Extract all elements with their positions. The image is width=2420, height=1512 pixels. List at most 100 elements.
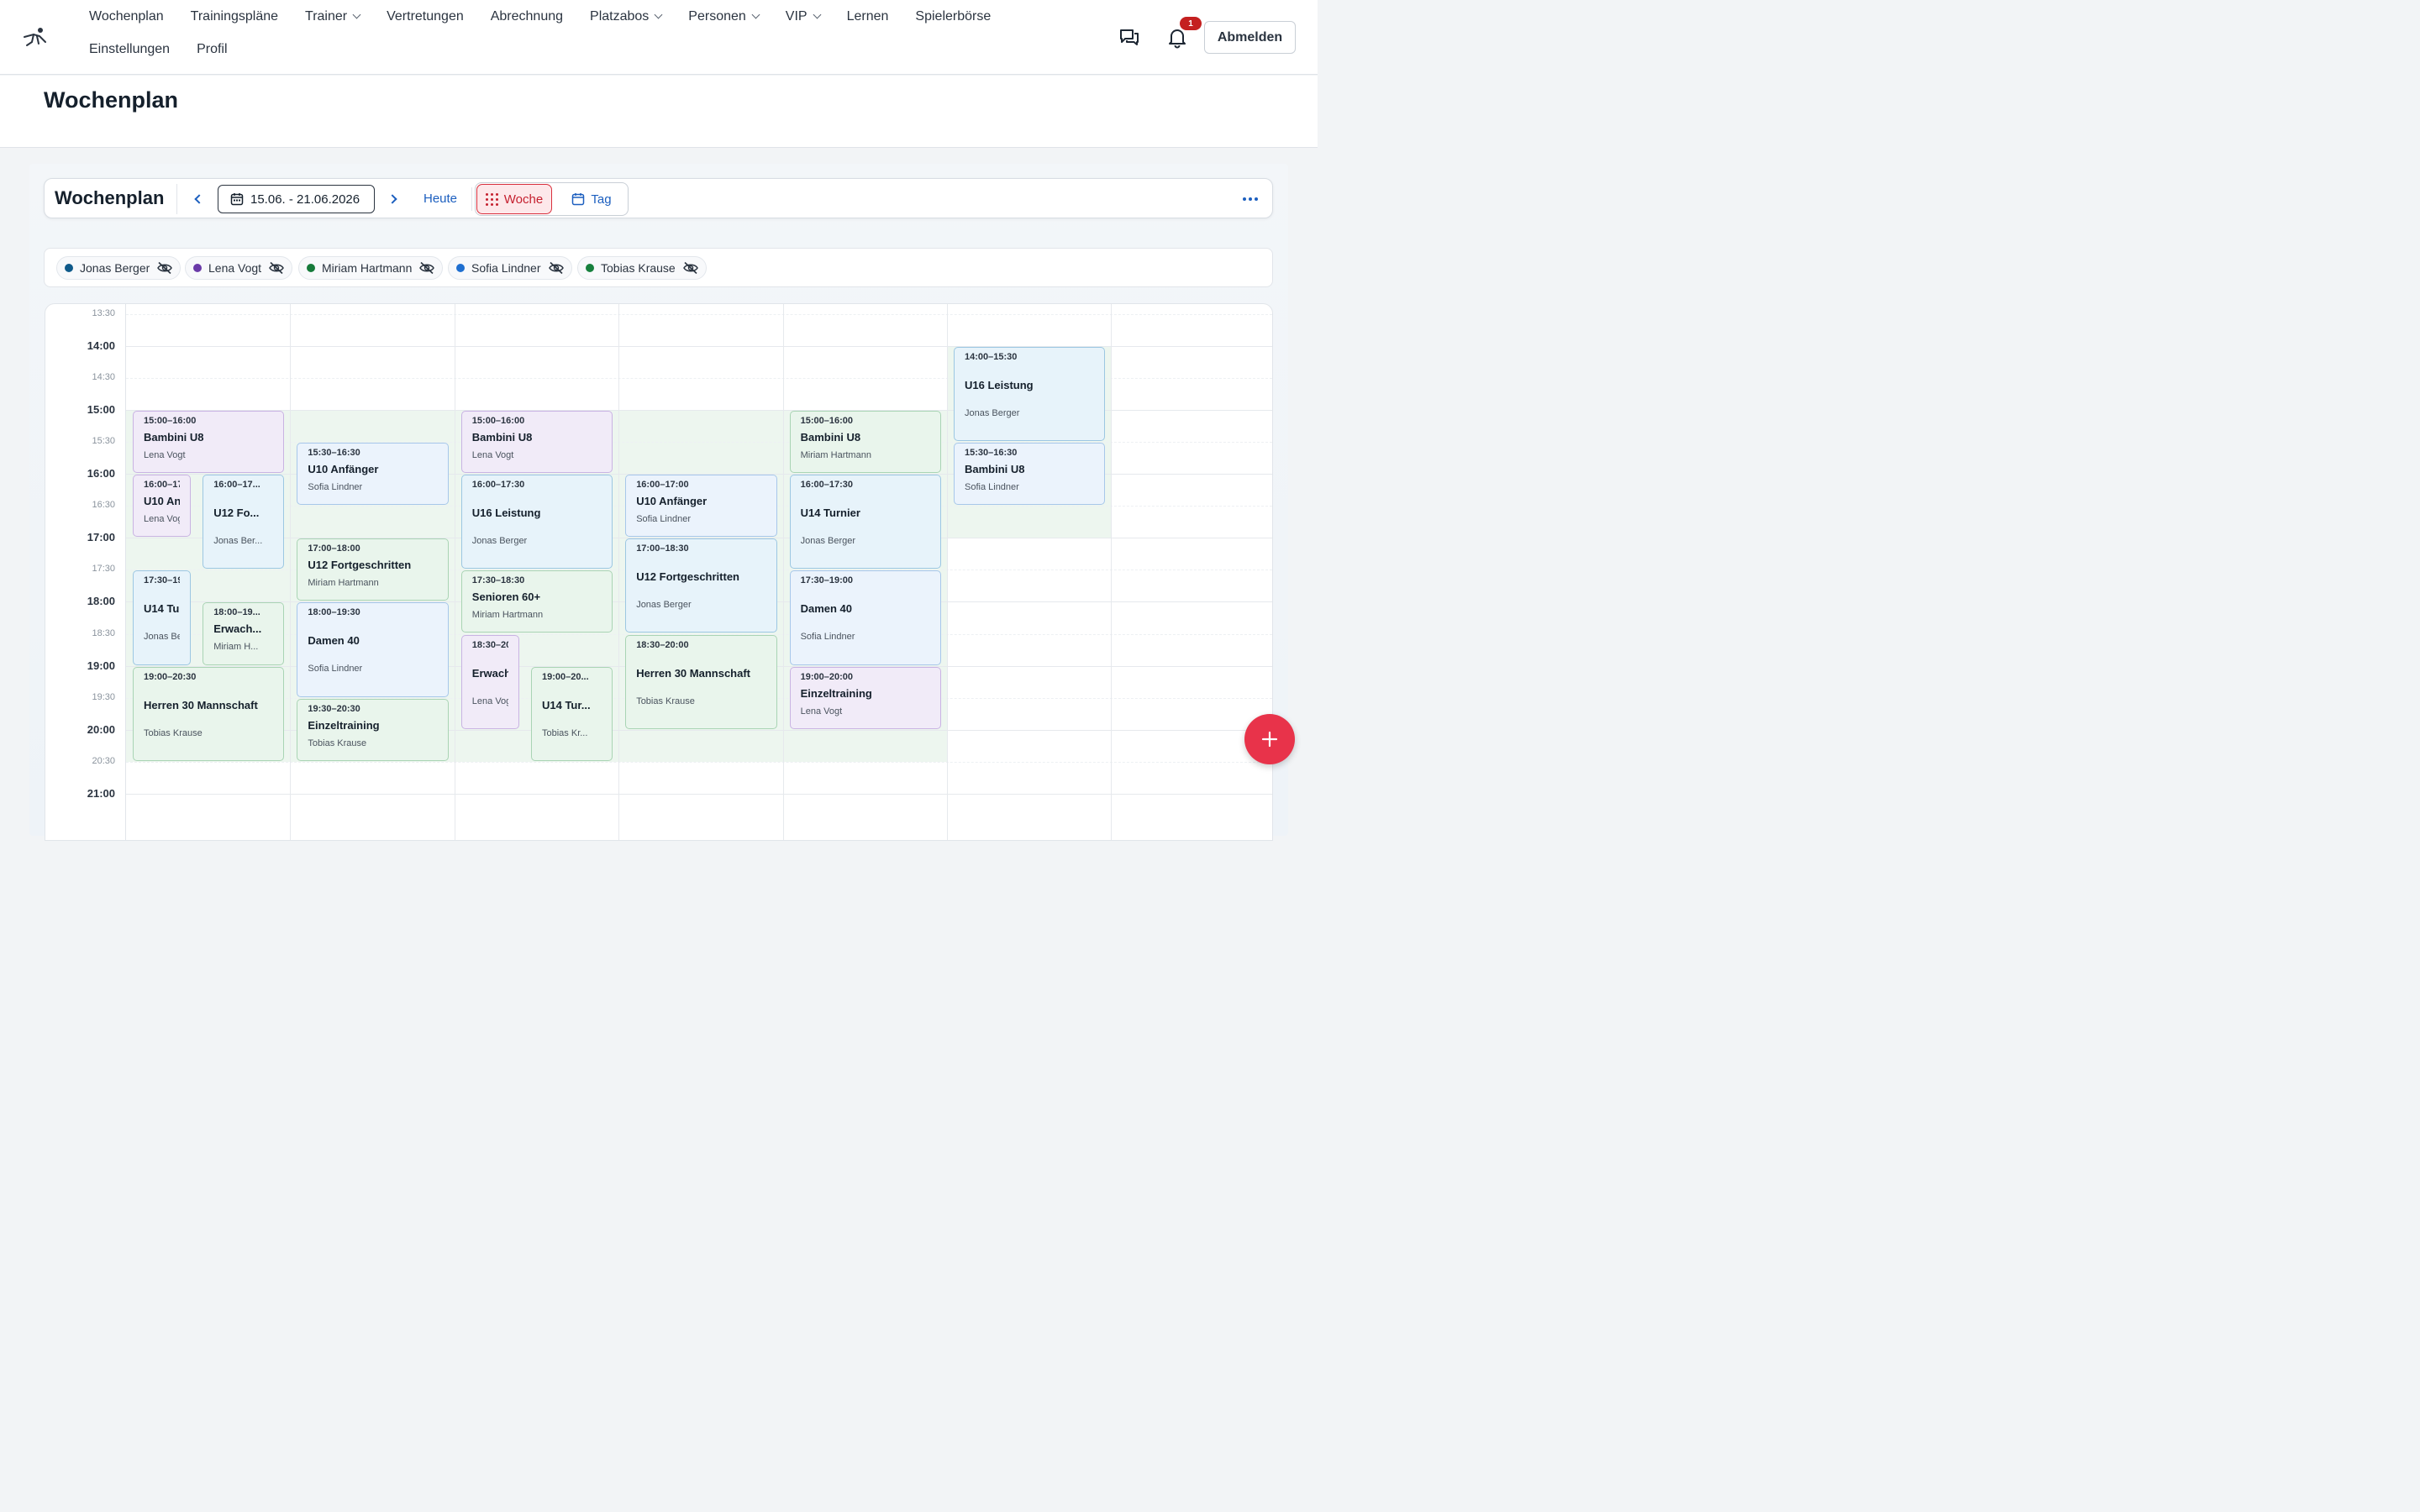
more-options-icon[interactable] [1241, 191, 1260, 207]
next-week-chevron-icon[interactable] [386, 191, 402, 207]
time-label: 16:30 [92, 500, 115, 511]
add-event-button[interactable] [1244, 714, 1295, 764]
trainer-chip[interactable]: Tobias Krause [577, 256, 707, 280]
training-event[interactable]: 19:00–20... U14 Tur... Tobias Kr... [531, 666, 613, 761]
event-title: Herren 30 Mannschaft [636, 666, 751, 680]
event-time: 15:00–16:00 [144, 415, 197, 426]
event-trainer: Jonas Berger [965, 407, 1020, 418]
nav-item-label: Abrechnung [490, 9, 564, 24]
nav-item-spielerbörse[interactable]: Spielerbörse [915, 8, 991, 24]
nav-item-trainingspläne[interactable]: Trainingspläne [191, 8, 278, 24]
nav-item-profil[interactable]: Profil [197, 41, 227, 57]
nav-item-vertretungen[interactable]: Vertretungen [387, 8, 464, 24]
nav-item-abrechnung[interactable]: Abrechnung [491, 8, 563, 24]
trainer-chip[interactable]: Sofia Lindner [448, 256, 572, 280]
training-event[interactable]: 17:30–18:30 Senioren 60+ Miriam Hartmann [460, 570, 613, 633]
time-label: 20:00 [87, 722, 115, 736]
logout-button[interactable]: Abmelden [1204, 21, 1296, 54]
training-event[interactable]: 16:00–17:30 U14 Turnier Jonas Berger [789, 475, 941, 570]
main-menu: Wochenplan Trainingspläne Trainer Vertretun… [89, 8, 1089, 57]
eye-off-icon[interactable] [268, 261, 285, 275]
event-title: U12 Fo... [213, 507, 260, 519]
today-button[interactable]: Heute [424, 192, 457, 206]
event-trainer: Miriam H... [213, 642, 259, 653]
training-event[interactable]: 18:00–19:30 Damen 40 Sofia Lindner [297, 602, 449, 697]
nav-item-label: Einstellungen [89, 42, 171, 56]
nav-item-personen[interactable]: Personen [688, 8, 760, 24]
event-time: 16:00–17:00 [636, 480, 689, 490]
grid-line [126, 761, 1272, 763]
time-label: 21:00 [87, 787, 115, 800]
training-event[interactable]: 15:00–16:00 Bambini U8 Lena Vogt [460, 410, 613, 473]
training-event[interactable]: 17:30–19... U14 Tur... Jonas Ber... [133, 570, 192, 665]
event-time: 19:00–20... [542, 671, 589, 682]
training-event[interactable]: 18:30–20... Erwach... Lena Vogt [460, 634, 519, 729]
nav-item-vip[interactable]: VIP [786, 8, 822, 24]
trainer-chip[interactable]: Jonas Berger [56, 256, 182, 280]
training-event[interactable]: 19:00–20:30 Herren 30 Mannschaft Tobias Kr… [133, 666, 285, 761]
eye-off-icon[interactable] [548, 261, 565, 275]
event-title: Erwach... [213, 622, 262, 636]
training-event[interactable]: 16:00–17:00 U10 Anfänger Sofia Lindner [625, 475, 777, 538]
training-event[interactable]: 17:30–19:00 Damen 40 Sofia Lindner [789, 570, 941, 665]
notification-bell-icon[interactable]: 1 [1165, 17, 1202, 50]
nav-item-lernen[interactable]: Lernen [847, 8, 889, 24]
nav-item-wochenplan[interactable]: Wochenplan [89, 8, 164, 24]
training-event[interactable]: 15:00–16:00 Bambini U8 Lena Vogt [133, 410, 285, 473]
trainer-filter-bar: Jonas Berger Lena Vogt Miriam Hartmann Sofi… [44, 248, 1273, 287]
week-calendar-grid: 13:30 14:00 14:30 15:00 15:30 16:00 16:30 17:00… [45, 303, 1273, 841]
week-view-button[interactable]: Woche [476, 184, 552, 214]
training-event[interactable]: 15:00–16:00 Bambini U8 Miriam Hartmann [789, 410, 941, 473]
training-event[interactable]: 18:00–19... Erwach... Miriam H... [203, 602, 285, 665]
trainer-color-dot [65, 264, 73, 272]
day-column-divider [1111, 304, 1113, 840]
training-event[interactable]: 17:00–18:30 U12 Fortgeschritten Jonas Berg… [625, 538, 777, 633]
event-title: U16 Leistung [471, 507, 541, 519]
training-event[interactable]: 19:30–20:30 Einzeltraining Tobias Krause [297, 698, 449, 761]
trainer-name: Jonas Berger [80, 261, 150, 275]
training-event[interactable]: 15:30–16:30 U10 Anfänger Sofia Lindner [297, 442, 449, 506]
event-title: Bambini U8 [471, 430, 533, 444]
week-view-label: Woche [503, 192, 544, 207]
trainer-name: Sofia Lindner [471, 261, 541, 275]
nav-item-label: Trainingspläne [190, 9, 279, 24]
chat-icon[interactable] [1117, 25, 1142, 50]
training-event[interactable]: 16:00–17:30 U16 Leistung Jonas Berger [460, 475, 613, 570]
nav-item-einstellungen[interactable]: Einstellungen [89, 41, 170, 57]
eye-off-icon[interactable] [156, 261, 173, 275]
previous-week-chevron-icon[interactable] [189, 191, 206, 207]
club-logo-icon[interactable] [22, 25, 49, 49]
trainer-chip[interactable]: Miriam Hartmann [298, 256, 444, 280]
chevron-down-icon [751, 10, 760, 19]
eye-off-icon[interactable] [682, 261, 699, 275]
time-label: 15:00 [87, 402, 115, 416]
training-event[interactable]: 17:00–18:00 U12 Fortgeschritten Miriam Har… [297, 538, 449, 601]
day-view-button[interactable]: Tag [556, 184, 627, 214]
training-event[interactable]: 16:00–17... U10 An... Lena Vogt [133, 475, 192, 538]
eye-off-icon[interactable] [418, 261, 435, 275]
calendar-icon [572, 193, 585, 206]
notification-count-badge: 1 [1180, 17, 1202, 30]
time-label: 15:30 [92, 435, 115, 446]
event-trainer: Lena Vogt [471, 696, 508, 706]
training-event[interactable]: 19:00–20:00 Einzeltraining Lena Vogt [789, 666, 941, 729]
event-title: Bambini U8 [800, 430, 861, 444]
date-range-picker[interactable]: 15.06. - 21.06.2026 [218, 185, 375, 213]
event-time: 15:00–16:00 [471, 415, 525, 426]
event-title: U14 Tur... [542, 698, 591, 711]
trainer-color-dot [193, 264, 202, 272]
event-title: Bambini U8 [144, 430, 204, 444]
event-trainer: Jonas Ber... [213, 536, 263, 546]
training-event[interactable]: 15:30–16:30 Bambini U8 Sofia Lindner [954, 442, 1106, 506]
event-time: 16:00–17... [144, 480, 180, 490]
training-event[interactable]: 16:00–17... U12 Fo... Jonas Ber... [203, 475, 285, 570]
nav-item-label: Spielerbörse [915, 9, 992, 24]
view-switcher: Woche Tag [475, 182, 629, 216]
trainer-chip[interactable]: Lena Vogt [185, 256, 293, 280]
nav-item-platzabos[interactable]: Platzabos [590, 8, 663, 24]
nav-item-trainer[interactable]: Trainer [305, 8, 361, 24]
training-event[interactable]: 18:30–20:00 Herren 30 Mannschaft Tobias Kr… [625, 634, 777, 729]
training-event[interactable]: 14:00–15:30 U16 Leistung Jonas Berger [954, 346, 1106, 441]
nav-item-label: Trainer [305, 9, 348, 24]
event-title: U10 An... [144, 495, 181, 507]
